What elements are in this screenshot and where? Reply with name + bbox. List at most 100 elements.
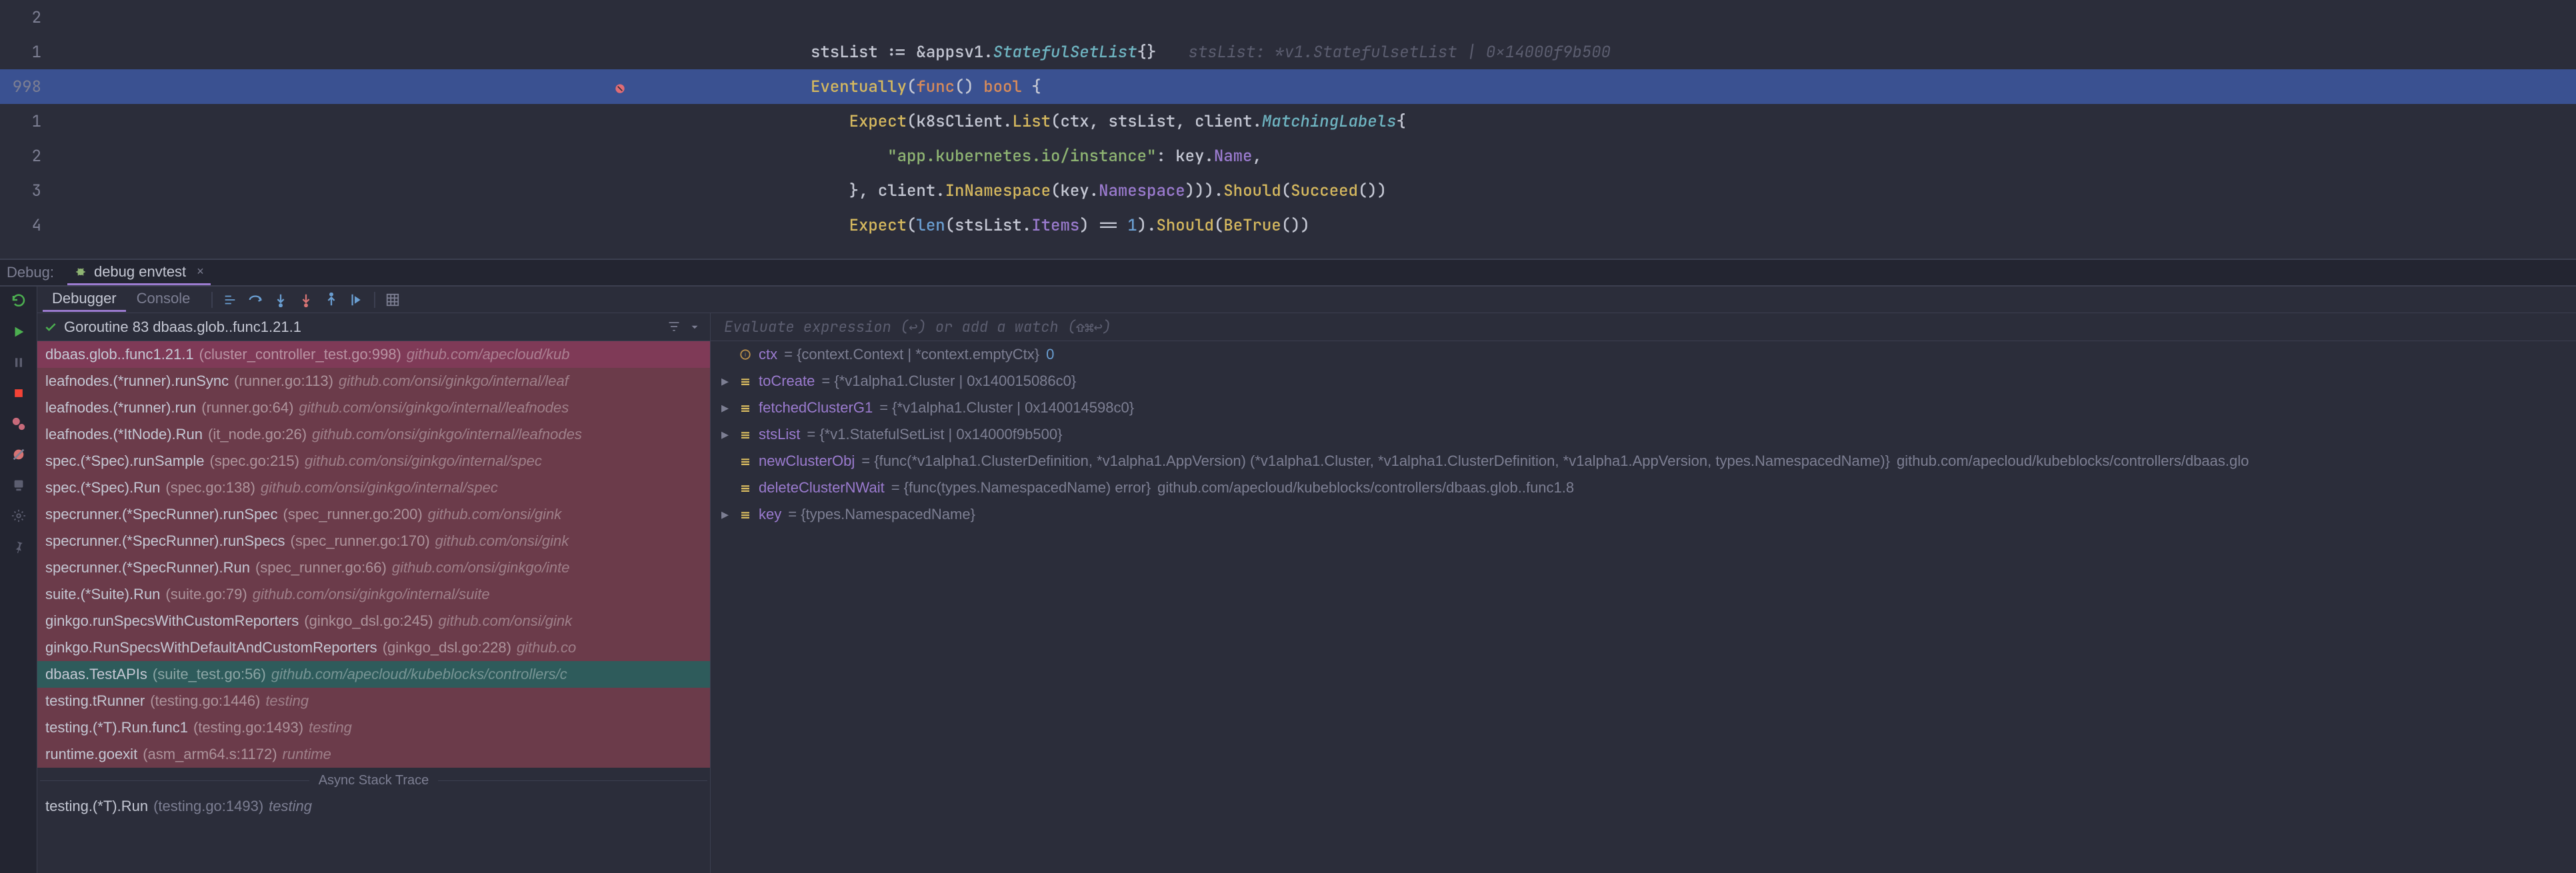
variable-row[interactable]: ▸stsList = {*v1.StatefulSetList | 0x1400… — [711, 421, 2576, 448]
code-text: Expect(k8sClient.List(ctx, stsList, clie… — [51, 111, 1406, 132]
resume-button[interactable] — [9, 323, 28, 341]
variable-row[interactable]: ictx = {context.Context | *context.empty… — [711, 341, 2576, 368]
code-line[interactable]: 3 }, client.InNamespace(key.Namespace)))… — [0, 173, 2576, 208]
step-into-button[interactable] — [273, 292, 289, 308]
separator — [374, 292, 375, 308]
expand-arrow-icon[interactable]: ▸ — [721, 399, 732, 417]
code-text: Expect(len(stsList.Items) == 1).Should(B… — [51, 215, 1310, 236]
show-execution-point-button[interactable] — [222, 292, 238, 308]
code-text: "app.kubernetes.io/instance": key.Name, — [51, 146, 1262, 167]
tab-console[interactable]: Console — [127, 287, 200, 312]
variable-type-icon — [739, 375, 752, 388]
debug-config-tab[interactable]: debug envtest × — [67, 260, 211, 285]
debug-panels: Debugger Console — [37, 287, 2576, 873]
check-icon — [44, 321, 57, 334]
pause-button[interactable] — [9, 353, 28, 372]
code-line[interactable]: 2 "app.kubernetes.io/instance": key.Name… — [0, 139, 2576, 173]
variable-row[interactable]: deleteClusterNWait = {func(types.Namespa… — [711, 474, 2576, 501]
code-line[interactable]: 2 — [0, 0, 2576, 35]
frames-header[interactable]: Goroutine 83 dbaas.glob..func1.21.1 — [37, 313, 710, 341]
variables-panel: Evaluate expression (↩) or add a watch (… — [711, 313, 2576, 873]
debugger-tabs: Debugger Console — [43, 287, 199, 312]
gutter-number: 4 — [0, 215, 51, 236]
stack-frame-row[interactable]: ginkgo.runSpecsWithCustomReporters(ginkg… — [37, 608, 710, 634]
variable-type-icon — [739, 428, 752, 441]
gutter-number: 3 — [0, 181, 51, 201]
expand-arrow-icon[interactable]: ▸ — [721, 506, 732, 523]
stack-frame-row[interactable]: testing.tRunner(testing.go:1446)testing — [37, 688, 710, 714]
debug-toolwindow-header: Debug: debug envtest × — [0, 260, 2576, 287]
stack-frame-row[interactable]: dbaas.TestAPIs(suite_test.go:56)github.c… — [37, 661, 710, 688]
separator — [211, 292, 213, 308]
stack-frame-row[interactable]: spec.(*Spec).runSample(spec.go:215)githu… — [37, 448, 710, 474]
step-into-my-button[interactable] — [298, 292, 314, 308]
stack-frame-row[interactable]: leafnodes.(*ItNode).Run(it_node.go:26)gi… — [37, 421, 710, 448]
debugger-toolbar: Debugger Console — [37, 287, 2576, 313]
stack-frame-row[interactable]: specrunner.(*SpecRunner).Run(spec_runner… — [37, 554, 710, 581]
get-thread-dump-button[interactable] — [9, 476, 28, 494]
breakpoint-icon[interactable] — [613, 80, 627, 93]
step-over-button[interactable] — [247, 292, 263, 308]
async-stack-separator: Async Stack Trace — [37, 768, 710, 793]
code-line[interactable]: 4 Expect(len(stsList.Items) == 1).Should… — [0, 208, 2576, 243]
stack-frame-row[interactable]: leafnodes.(*runner).run(runner.go:64)git… — [37, 395, 710, 421]
stack-frame-row[interactable]: testing.(*T).Run.func1(testing.go:1493)t… — [37, 714, 710, 741]
rerun-button[interactable] — [9, 292, 28, 311]
debug-tab-label: debug envtest — [94, 263, 186, 281]
debug-side-toolbar — [0, 287, 37, 873]
gutter-number: 1 — [0, 111, 51, 132]
run-to-cursor-button[interactable] — [349, 292, 365, 308]
variables-list[interactable]: ictx = {context.Context | *context.empty… — [711, 341, 2576, 873]
view-breakpoints-button[interactable] — [9, 415, 28, 433]
gutter-number: 2 — [0, 7, 51, 28]
expand-arrow-icon[interactable]: ▸ — [721, 373, 732, 390]
stop-button[interactable] — [9, 384, 28, 403]
debug-panel: Debugger Console — [0, 287, 2576, 873]
debug-label: Debug: — [0, 264, 67, 281]
pin-button[interactable] — [9, 537, 28, 556]
code-text: Eventually(func() bool { — [51, 77, 1041, 97]
variable-type-icon — [739, 401, 752, 415]
stack-frame-row[interactable]: specrunner.(*SpecRunner).runSpec(spec_ru… — [37, 501, 710, 528]
bug-icon — [74, 265, 87, 279]
variable-row[interactable]: ▸toCreate = {*v1alpha1.Cluster | 0x14001… — [711, 368, 2576, 395]
variable-type-icon: i — [739, 348, 752, 361]
code-line[interactable]: 1 stsList := &appsv1.StatefulSetList{} s… — [0, 35, 2576, 69]
stack-frame-row[interactable]: runtime.goexit(asm_arm64.s:1172)runtime — [37, 741, 710, 768]
stack-frame-row[interactable]: dbaas.glob..func1.21.1(cluster_controlle… — [37, 341, 710, 368]
step-toolbar — [205, 292, 401, 308]
stack-frame-row[interactable]: leafnodes.(*runner).runSync(runner.go:11… — [37, 368, 710, 395]
watch-input[interactable]: Evaluate expression (↩) or add a watch (… — [711, 313, 2576, 341]
stack-frames-list[interactable]: dbaas.glob..func1.21.1(cluster_controlle… — [37, 341, 710, 873]
stack-frame-row[interactable]: spec.(*Spec).Run(spec.go:138)github.com/… — [37, 474, 710, 501]
evaluate-button[interactable] — [385, 292, 401, 308]
code-editor[interactable]: 2 1 stsList := &appsv1.StatefulSetList{}… — [0, 0, 2576, 260]
code-text: }, client.InNamespace(key.Namespace))).S… — [51, 181, 1387, 201]
stack-frame-row[interactable]: ginkgo.RunSpecsWithDefaultAndCustomRepor… — [37, 634, 710, 661]
code-line[interactable]: 1 Expect(k8sClient.List(ctx, stsList, cl… — [0, 104, 2576, 139]
variable-row[interactable]: ▸key = {types.NamespacedName} — [711, 501, 2576, 528]
chevron-down-icon[interactable] — [689, 320, 703, 335]
close-icon[interactable]: × — [193, 265, 204, 279]
stack-frame-row[interactable]: specrunner.(*SpecRunner).runSpecs(spec_r… — [37, 528, 710, 554]
variable-row[interactable]: newClusterObj = {func(*v1alpha1.ClusterD… — [711, 448, 2576, 474]
filter-icon[interactable] — [667, 320, 682, 335]
code-text: stsList := &appsv1.StatefulSetList{} — [51, 42, 1156, 63]
settings-button[interactable] — [9, 506, 28, 525]
gutter-number: 2 — [0, 146, 51, 167]
gutter-number: 1 — [0, 42, 51, 63]
variable-type-icon — [739, 454, 752, 468]
debugger-content: Goroutine 83 dbaas.glob..func1.21.1 dbaa… — [37, 313, 2576, 873]
gutter-number: 998 — [0, 77, 51, 97]
tab-debugger[interactable]: Debugger — [43, 287, 126, 312]
variable-type-icon — [739, 481, 752, 494]
variable-row[interactable]: ▸fetchedClusterG1 = {*v1alpha1.Cluster |… — [711, 395, 2576, 421]
code-line-current[interactable]: 998 Eventually(func() bool { — [0, 69, 2576, 104]
svg-text:i: i — [745, 351, 746, 358]
mute-breakpoints-button[interactable] — [9, 445, 28, 464]
step-out-button[interactable] — [323, 292, 339, 308]
variable-type-icon — [739, 508, 752, 521]
stack-frame-row[interactable]: testing.(*T).Run(testing.go:1493)testing — [37, 793, 710, 820]
expand-arrow-icon[interactable]: ▸ — [721, 426, 732, 443]
stack-frame-row[interactable]: suite.(*Suite).Run(suite.go:79)github.co… — [37, 581, 710, 608]
